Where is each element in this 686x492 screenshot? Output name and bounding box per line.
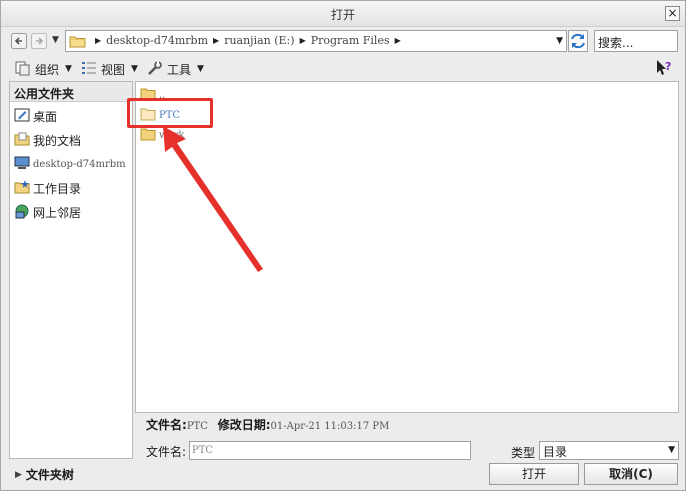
back-arrow-icon[interactable]: [11, 33, 27, 49]
sidebar-item-computer[interactable]: desktop-d74mrbm: [14, 154, 126, 174]
network-icon: [14, 203, 30, 222]
history-dropdown-icon[interactable]: ▼: [52, 35, 59, 45]
list-item[interactable]: ..: [140, 86, 165, 104]
refresh-button[interactable]: [568, 30, 588, 52]
chevron-right-icon: ▶: [15, 469, 22, 480]
chevron-right-icon: ▶: [299, 36, 306, 45]
chevron-right-icon: ▶: [213, 36, 220, 45]
open-dialog: 打开 × ▼ ▶ desktop-d74mrbm ▶ ruanjian (E:) ▶ Pr…: [0, 0, 686, 491]
folder-icon: [69, 34, 86, 51]
view-label: 视图: [101, 62, 126, 77]
chevron-down-icon[interactable]: ▼: [556, 36, 563, 46]
folder-icon: [140, 107, 156, 124]
refresh-icon: [569, 33, 587, 54]
help-pointer-icon[interactable]: ?: [655, 59, 673, 77]
file-list: .. PTC work: [135, 81, 679, 413]
sidebar: 公用文件夹 桌面 我的文档 desktop-d74mrbm 工作目录 网上邻居: [9, 81, 133, 459]
chevron-down-icon: ▼: [65, 64, 72, 74]
breadcrumb-item[interactable]: desktop-d74mrbm: [106, 34, 208, 47]
sidebar-item-label: 网上邻居: [33, 205, 82, 220]
chevron-down-icon: ▼: [131, 64, 138, 74]
info-date-label: 修改日期:: [217, 418, 271, 432]
type-label: 类型: [511, 446, 536, 460]
info-name-value: PTC: [186, 421, 208, 432]
sidebar-item-desktop[interactable]: 桌面: [14, 106, 57, 126]
svg-text:?: ?: [665, 60, 671, 73]
open-button[interactable]: 打开: [489, 463, 579, 485]
sidebar-item-label: 工作目录: [33, 181, 82, 196]
sidebar-item-network[interactable]: 网上邻居: [14, 202, 81, 222]
list-item[interactable]: work: [140, 126, 184, 144]
folder-icon: [140, 127, 156, 144]
sidebar-item-label: desktop-d74mrbm: [33, 158, 126, 170]
filename-label: 文件名:: [146, 445, 187, 459]
working-directory-icon: [14, 179, 30, 198]
tools-icon: [147, 60, 163, 79]
list-item-ptc[interactable]: PTC: [140, 106, 180, 124]
breadcrumb-item[interactable]: ruanjian (E:): [224, 34, 294, 47]
sidebar-item-label: 桌面: [33, 109, 58, 124]
window-title: 打开: [330, 8, 355, 22]
computer-icon: [14, 155, 30, 174]
breadcrumb: ▶ desktop-d74mrbm ▶ ruanjian (E:) ▶ Program F…: [90, 34, 406, 47]
forward-arrow-icon[interactable]: [31, 33, 47, 49]
organize-menu[interactable]: 组织 ▼: [15, 60, 72, 78]
view-menu[interactable]: 视图 ▼: [81, 60, 138, 78]
folder-tree-toggle[interactable]: ▶ 文件夹树: [15, 466, 74, 483]
tools-label: 工具: [167, 62, 192, 77]
chevron-down-icon: ▼: [197, 64, 204, 74]
chevron-down-icon: ▼: [668, 445, 675, 455]
type-select[interactable]: 目录 ▼: [539, 441, 679, 460]
close-button[interactable]: ×: [665, 6, 680, 21]
sidebar-item-label: 我的文档: [33, 133, 82, 148]
breadcrumb-item[interactable]: Program Files: [311, 34, 390, 47]
organize-label: 组织: [35, 62, 60, 77]
cancel-button[interactable]: 取消(C): [584, 463, 678, 485]
type-value: 目录: [543, 445, 568, 459]
title-bar: 打开 ×: [1, 1, 685, 27]
desktop-icon: [14, 107, 30, 126]
file-info-row: 文件名:PTC 修改日期:01-Apr-21 11:03:17 PM: [146, 416, 395, 433]
address-bar[interactable]: ▶ desktop-d74mrbm ▶ ruanjian (E:) ▶ Program F…: [65, 30, 567, 52]
tools-menu[interactable]: 工具 ▼: [147, 60, 204, 78]
sidebar-header: 公用文件夹: [10, 82, 132, 102]
navigation-row: ▼ ▶ desktop-d74mrbm ▶ ruanjian (E:) ▶ Program…: [1, 27, 685, 55]
sidebar-item-documents[interactable]: 我的文档: [14, 130, 81, 150]
sidebar-item-working-directory[interactable]: 工作目录: [14, 178, 81, 198]
toolbar: 组织 ▼ 视图 ▼ 工具 ▼ ?: [1, 55, 685, 81]
file-name: ..: [159, 89, 166, 101]
search-input[interactable]: 搜索...: [594, 30, 678, 52]
info-name-label: 文件名:: [146, 418, 187, 432]
filename-input[interactable]: PTC: [189, 441, 471, 460]
folder-icon: [140, 87, 156, 104]
chevron-right-icon: ▶: [394, 36, 401, 45]
organize-icon: [15, 60, 31, 79]
chevron-right-icon: ▶: [95, 36, 102, 45]
info-date-value: 01-Apr-21 11:03:17 PM: [270, 421, 390, 432]
folder-tree-label: 文件夹树: [25, 468, 74, 482]
documents-icon: [14, 131, 30, 150]
file-name: work: [159, 129, 185, 141]
view-icon: [81, 60, 97, 79]
file-name: PTC: [159, 109, 181, 121]
